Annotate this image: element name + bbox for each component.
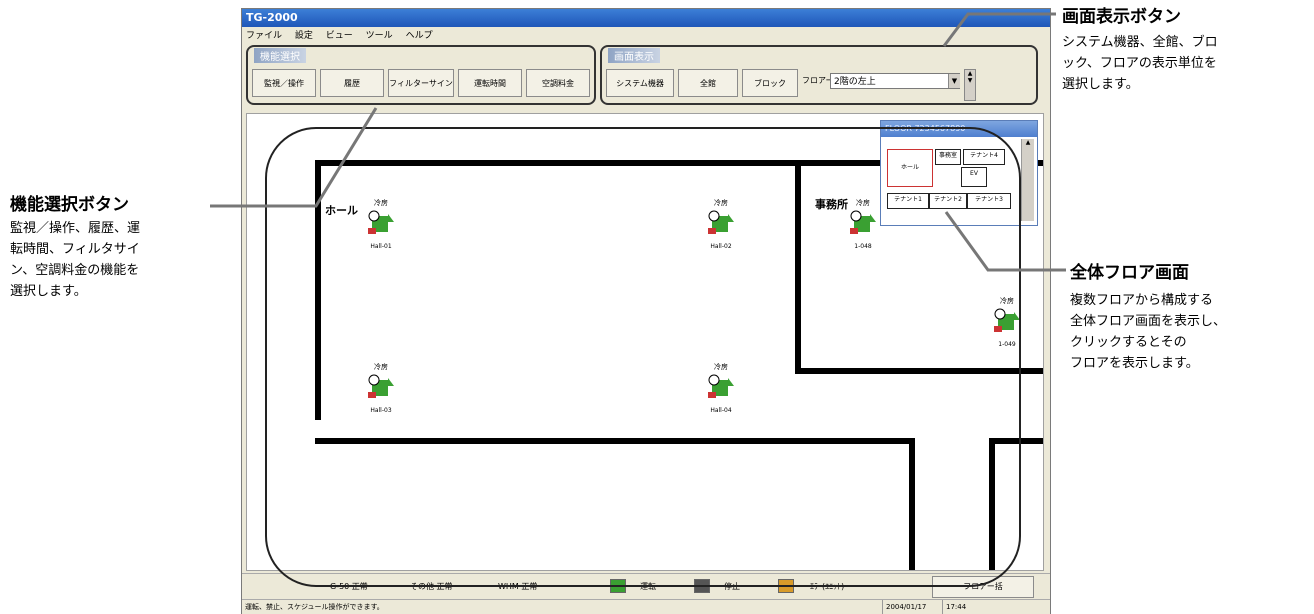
desc-line: 転時間、フィルタサイ — [10, 242, 140, 257]
desc-line: フロアを表示します。 — [1070, 356, 1199, 371]
display-callout-title: 画面表示ボタン — [1062, 7, 1181, 27]
desc-line: 監視／操作、履歴、運 — [10, 221, 141, 236]
floor-callout-title: 全体フロア画面 — [1070, 263, 1189, 283]
desc-line: 複数フロアから構成する — [1070, 293, 1214, 308]
desc-line: クリックするとその — [1070, 335, 1187, 350]
desc-line: 選択します。 — [10, 284, 87, 299]
desc-line: 選択します。 — [1062, 77, 1139, 92]
function-callout-title: 機能選択ボタン — [10, 195, 129, 215]
desc-line: システム機器、全館、ブロ — [1062, 35, 1218, 50]
desc-line: ック、フロアの表示単位を — [1062, 56, 1217, 71]
desc-line: ン、空調料金の機能を — [10, 263, 140, 278]
floor-callout-desc: 複数フロアから構成する 全体フロア画面を表示し、 クリックするとその フロアを表… — [1070, 290, 1226, 374]
function-callout-desc: 監視／操作、履歴、運 転時間、フィルタサイ ン、空調料金の機能を 選択します。 — [10, 218, 140, 302]
display-callout-desc: システム機器、全館、ブロ ック、フロアの表示単位を 選択します。 — [1062, 32, 1218, 95]
desc-line: 全体フロア画面を表示し、 — [1070, 314, 1227, 329]
